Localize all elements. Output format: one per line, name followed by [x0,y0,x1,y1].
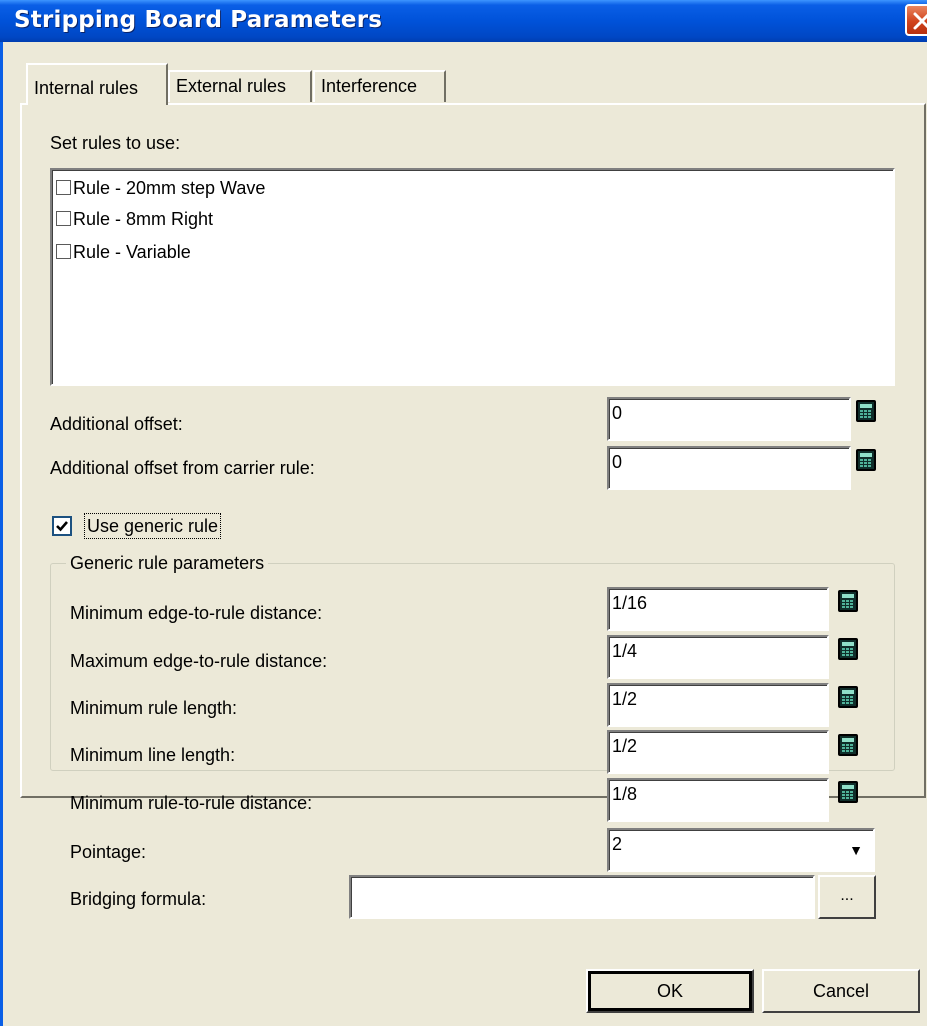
tab-label: Interference [321,76,418,96]
calculator-icon[interactable] [838,590,858,612]
generic-rule-group-title: Generic rule parameters [66,553,269,574]
carrier-offset-label: Additional offset from carrier rule: [50,458,315,478]
carrier-offset-input[interactable]: 0 [607,446,851,490]
calculator-icon[interactable] [838,781,858,803]
list-item-checkbox[interactable] [56,244,71,259]
pointage-label: Pointage: [70,842,147,862]
pointage-select[interactable]: 2 ▼ [607,828,875,872]
list-item-rule-20mm[interactable]: Rule - 20mm step Wave [56,173,265,203]
bridging-formula-input[interactable] [349,875,815,919]
list-item-label: Rule - 8mm Right [73,209,214,229]
min-line-length-label: Minimum line length: [70,745,236,765]
title-bar[interactable]: Stripping Board Parameters [0,0,927,42]
tab-label: Internal rules [34,78,139,98]
use-generic-rule-label[interactable]: Use generic rule [84,513,222,539]
tab-external-rules[interactable]: External rules [168,70,312,102]
list-item-rule-8mm[interactable]: Rule - 8mm Right [56,204,213,234]
pointage-value: 2 [612,834,623,854]
dialog-window: Stripping Board Parameters Internal rule… [0,0,927,1026]
max-edge-label: Maximum edge-to-rule distance: [70,651,328,671]
bridging-label: Bridging formula: [70,889,207,909]
additional-offset-input[interactable]: 0 [607,397,851,441]
min-rule-to-rule-input[interactable]: 1/8 [607,778,829,822]
calculator-icon[interactable] [856,449,876,471]
list-item-rule-variable[interactable]: Rule - Variable [56,237,191,267]
additional-offset-label: Additional offset: [50,414,183,434]
calculator-icon[interactable] [838,734,858,756]
calculator-icon[interactable] [838,638,858,660]
checkmark-icon [56,521,68,532]
close-button[interactable] [905,4,927,36]
min-line-length-input[interactable]: 1/2 [607,730,829,774]
rules-label: Set rules to use: [50,133,181,153]
ok-button[interactable]: OK [586,969,754,1013]
list-item-label: Rule - 20mm step Wave [73,178,266,198]
chevron-down-icon[interactable]: ▼ [840,831,872,869]
bridging-browse-button[interactable]: ... [818,875,876,919]
min-rule-to-rule-label: Minimum rule-to-rule distance: [70,793,313,813]
use-generic-rule-checkbox[interactable] [52,516,72,536]
tab-internal-rules[interactable]: Internal rules [26,63,168,105]
rules-listbox[interactable]: Rule - 20mm step Wave Rule - 8mm Right R… [50,168,895,386]
calculator-icon[interactable] [856,400,876,422]
max-edge-input[interactable]: 1/4 [607,635,829,679]
window-title: Stripping Board Parameters [14,7,383,33]
close-icon [913,12,927,30]
tab-interference[interactable]: Interference [313,70,446,102]
tab-label: External rules [176,76,287,96]
window-border [0,42,3,1026]
min-rule-length-input[interactable]: 1/2 [607,683,829,727]
list-item-label: Rule - Variable [73,242,191,262]
calculator-icon[interactable] [838,686,858,708]
min-rule-length-label: Minimum rule length: [70,698,238,718]
min-edge-label: Minimum edge-to-rule distance: [70,603,323,623]
cancel-button[interactable]: Cancel [762,969,920,1013]
min-edge-input[interactable]: 1/16 [607,587,829,631]
list-item-checkbox[interactable] [56,180,71,195]
list-item-checkbox[interactable] [56,211,71,226]
